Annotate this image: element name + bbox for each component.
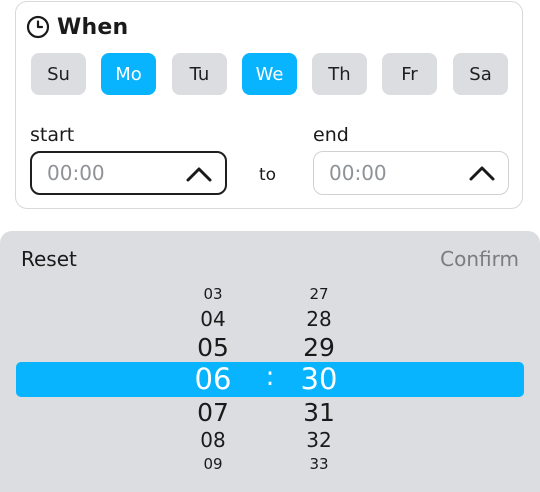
minute-option-selected[interactable]: 30	[289, 365, 349, 394]
day-toggle-th[interactable]: Th	[312, 53, 367, 95]
reset-button[interactable]: Reset	[21, 247, 77, 271]
range-separator: to	[259, 165, 277, 185]
confirm-button[interactable]: Confirm	[440, 247, 519, 271]
chevron-up-icon[interactable]	[185, 163, 213, 185]
end-time-field[interactable]: 00:00	[313, 151, 509, 195]
hour-option[interactable]: 05	[183, 335, 243, 360]
day-toggle-sa[interactable]: Sa	[453, 53, 508, 95]
clock-icon	[26, 15, 50, 39]
chevron-up-icon[interactable]	[468, 162, 496, 184]
hour-option[interactable]: 04	[183, 309, 243, 329]
hour-option[interactable]: 09	[183, 457, 243, 472]
start-time-value: 00:00	[47, 161, 105, 185]
end-time-value: 00:00	[329, 161, 387, 185]
minute-option[interactable]: 33	[289, 457, 349, 472]
minute-option[interactable]: 29	[289, 335, 349, 360]
time-colon: :	[265, 362, 275, 392]
section-title: When	[57, 14, 129, 40]
hour-option-selected[interactable]: 06	[183, 365, 243, 394]
day-toggle-fr[interactable]: Fr	[382, 53, 437, 95]
day-toggle-tu[interactable]: Tu	[172, 53, 227, 95]
day-toggle-su[interactable]: Su	[31, 53, 86, 95]
start-label: start	[30, 124, 75, 146]
minute-option[interactable]: 32	[289, 430, 349, 450]
day-toggle-we[interactable]: We	[242, 53, 297, 95]
hour-option[interactable]: 08	[183, 430, 243, 450]
hour-option[interactable]: 03	[183, 287, 243, 302]
day-toggle-mo[interactable]: Mo	[101, 53, 156, 95]
minute-option[interactable]: 28	[289, 309, 349, 329]
minute-option[interactable]: 27	[289, 287, 349, 302]
section-heading: When	[26, 13, 128, 41]
minute-option[interactable]: 31	[289, 400, 349, 425]
hour-option[interactable]: 07	[183, 400, 243, 425]
end-label: end	[313, 124, 349, 146]
start-time-field[interactable]: 00:00	[30, 151, 227, 195]
